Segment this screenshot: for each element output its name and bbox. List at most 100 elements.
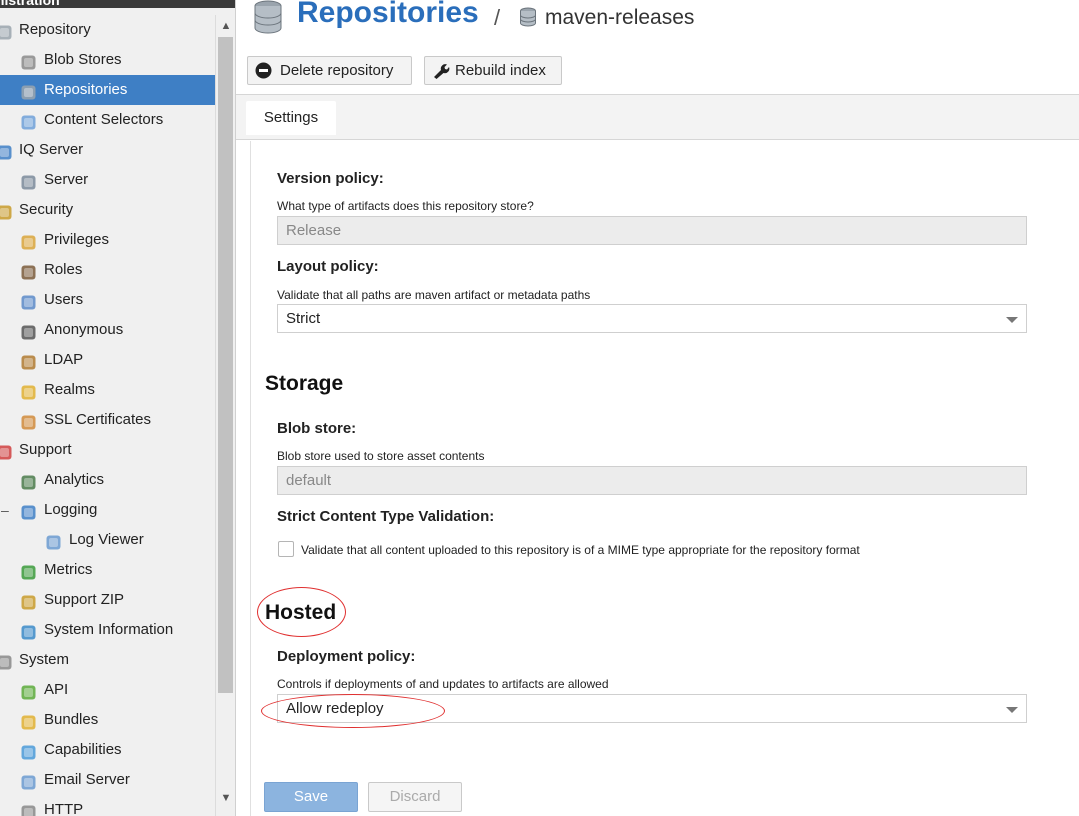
scroll-thumb[interactable] xyxy=(218,37,233,693)
strict-validation-text: Validate that all content uploaded to th… xyxy=(301,543,860,557)
sidebar-item-iq-server[interactable]: IQ Server xyxy=(0,135,215,165)
tab-bar: Settings xyxy=(236,94,1079,140)
sidebar-header: inistration xyxy=(0,0,235,8)
sidebar-scrollbar[interactable]: ▲ ▼ xyxy=(215,15,235,816)
sidebar-item-anonymous[interactable]: Anonymous xyxy=(0,315,215,345)
delete-repository-button[interactable]: Delete repository xyxy=(247,56,412,85)
layout-policy-select[interactable]: Strict xyxy=(277,304,1027,333)
sidebar-item-ssl-certificates[interactable]: SSL Certificates xyxy=(0,405,215,435)
sidebar-item-label: Content Selectors xyxy=(44,111,164,128)
sidebar-item-label: Logging xyxy=(44,501,98,518)
sidebar-item-analytics[interactable]: Analytics xyxy=(0,465,215,495)
layout-policy-help: Validate that all paths are maven artifa… xyxy=(277,288,591,302)
server-icon xyxy=(20,172,37,190)
sidebar-item-realms[interactable]: Realms xyxy=(0,375,215,405)
page-title: Repositories xyxy=(297,0,479,29)
blob-store-label: Blob store: xyxy=(277,420,357,437)
rebuild-index-label: Rebuild index xyxy=(455,62,546,79)
sidebar-item-users[interactable]: Users xyxy=(0,285,215,315)
strict-validation-label: Strict Content Type Validation: xyxy=(277,508,495,525)
zip-icon xyxy=(20,592,37,610)
role-icon xyxy=(20,262,37,280)
analytics-icon xyxy=(20,472,37,490)
sidebar-item-metrics[interactable]: Metrics xyxy=(0,555,215,585)
sidebar-item-bundles[interactable]: Bundles xyxy=(0,705,215,735)
sidebar-item-support-zip[interactable]: Support ZIP xyxy=(0,585,215,615)
sidebar-item-security[interactable]: Security xyxy=(0,195,215,225)
book-icon xyxy=(20,352,37,370)
certificate-icon xyxy=(20,412,37,430)
shield-icon xyxy=(20,382,37,400)
puzzle-icon xyxy=(20,712,37,730)
sidebar-item-label: Support xyxy=(19,441,72,458)
sidebar-item-repository[interactable]: Repository xyxy=(0,15,215,45)
delete-repository-label: Delete repository xyxy=(280,62,394,79)
sidebar-item-label: Repository xyxy=(19,21,91,38)
sidebar-item-label: Realms xyxy=(44,381,95,398)
sidebar-item-label: Security xyxy=(19,201,74,218)
sidebar-item-label: SSL Certificates xyxy=(44,411,151,428)
http-icon xyxy=(20,802,37,816)
scroll-down-arrow[interactable]: ▼ xyxy=(219,791,233,805)
sidebar-item-capabilities[interactable]: Capabilities xyxy=(0,735,215,765)
version-policy-field: Release xyxy=(277,216,1027,245)
sidebar-item-logging[interactable]: Logging – xyxy=(0,495,215,525)
sidebar-item-label: IQ Server xyxy=(19,141,84,158)
sidebar-item-label: Repositories xyxy=(44,81,128,98)
discard-button[interactable]: Discard xyxy=(368,782,462,812)
sidebar-item-server[interactable]: Server xyxy=(0,165,215,195)
sidebar-item-label: Bundles xyxy=(44,711,99,728)
repository-name: maven-releases xyxy=(545,6,695,29)
sidebar-item-label: Blob Stores xyxy=(44,51,122,68)
sidebar-header-label: inistration xyxy=(0,0,60,8)
sidebar-item-label: Support ZIP xyxy=(44,591,125,608)
strict-validation-checkbox[interactable] xyxy=(278,541,294,557)
sidebar-item-label: Log Viewer xyxy=(69,531,144,548)
navigation-sidebar: inistration Repository Blob Stores Reposit… xyxy=(0,0,236,816)
anonymous-icon xyxy=(20,322,37,340)
database-icon xyxy=(254,0,282,34)
sidebar-item-privileges[interactable]: Privileges xyxy=(0,225,215,255)
blob-store-icon xyxy=(20,52,37,70)
sidebar-item-log-viewer[interactable]: Log Viewer xyxy=(0,525,215,555)
chevron-down-icon[interactable] xyxy=(1006,707,1018,713)
medal-icon xyxy=(20,232,37,250)
sidebar-item-content-selectors[interactable]: Content Selectors xyxy=(0,105,215,135)
sidebar-item-system-information[interactable]: System Information xyxy=(0,615,215,645)
api-icon xyxy=(20,682,37,700)
sidebar-item-label: Roles xyxy=(44,261,83,278)
sidebar-item-api[interactable]: API xyxy=(0,675,215,705)
envelope-icon xyxy=(20,772,37,790)
sidebar-item-label: System Information xyxy=(44,621,174,638)
sidebar-item-roles[interactable]: Roles xyxy=(0,255,215,285)
sidebar-item-blob-stores[interactable]: Blob Stores xyxy=(0,45,215,75)
sidebar-item-repositories[interactable]: Repositories xyxy=(0,75,215,105)
tab-settings[interactable]: Settings xyxy=(246,101,336,135)
rebuild-index-button[interactable]: Rebuild index xyxy=(424,56,562,85)
wrench-icon xyxy=(434,64,450,79)
users-icon xyxy=(20,292,37,310)
sidebar-item-email-server[interactable]: Email Server xyxy=(0,765,215,795)
sidebar-item-http[interactable]: HTTP xyxy=(0,795,215,816)
annotation-ellipse-deployment xyxy=(261,694,445,728)
settings-form: Version policy: What type of artifacts d… xyxy=(250,141,1079,816)
globe-icon xyxy=(20,622,37,640)
sidebar-item-label: Anonymous xyxy=(44,321,124,338)
database-icon xyxy=(520,7,536,27)
sidebar-item-label: Email Server xyxy=(44,771,130,788)
sidebar-item-support[interactable]: Support xyxy=(0,435,215,465)
scroll-up-arrow[interactable]: ▲ xyxy=(219,19,233,33)
save-button[interactable]: Save xyxy=(264,782,358,812)
blob-store-field: default xyxy=(277,466,1027,495)
sidebar-item-system[interactable]: System xyxy=(0,645,215,675)
database-icon xyxy=(20,82,37,100)
log-viewer-icon xyxy=(45,532,62,550)
deployment-policy-help: Controls if deployments of and updates t… xyxy=(277,677,609,691)
deployment-policy-label: Deployment policy: xyxy=(277,648,416,665)
sidebar-item-label: Server xyxy=(44,171,89,188)
database-icon xyxy=(0,22,13,40)
collapse-icon[interactable]: – xyxy=(1,495,9,525)
chevron-down-icon[interactable] xyxy=(1006,317,1018,323)
version-policy-label: Version policy: xyxy=(277,170,384,187)
sidebar-item-ldap[interactable]: LDAP xyxy=(0,345,215,375)
